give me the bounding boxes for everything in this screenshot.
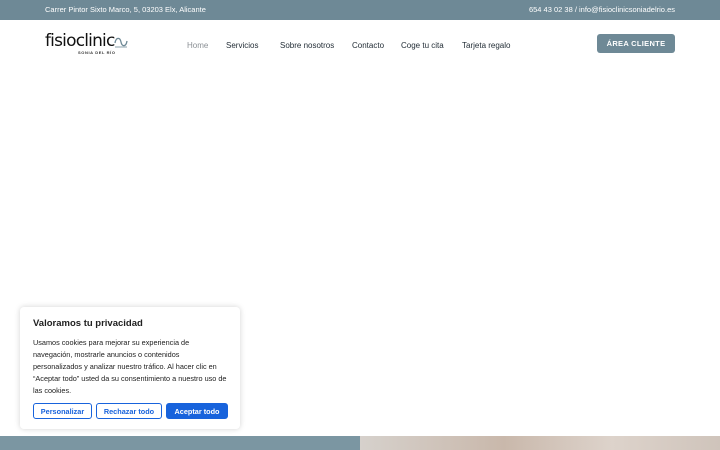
nav-item-servicios[interactable]: Servicios (226, 41, 258, 50)
logo-tagline: SONIA DEL RÍO (78, 50, 116, 55)
reject-all-cookies-button[interactable]: Rechazar todo (96, 403, 162, 419)
cookie-banner-actions: Personalizar Rechazar todo Aceptar todo (33, 403, 228, 419)
top-info-bar: Carrer Pintor Sixto Marco, 5, 03203 Elx,… (0, 0, 720, 20)
nav-item-contacto[interactable]: Contacto (352, 41, 384, 50)
cookie-banner-text: Usamos cookies para mejorar su experienc… (33, 338, 227, 395)
site-logo[interactable]: fisioclinic SONIA DEL RÍO (45, 32, 135, 56)
logo-wave-icon (114, 37, 128, 48)
logo-wordmark: fisioclinic (45, 31, 115, 51)
contact-info-link[interactable]: 654 43 02 38 / info@fisioclinicsoniadelr… (529, 5, 675, 14)
cookie-consent-banner: Valoramos tu privacidad Usamos cookies p… (20, 307, 240, 429)
cookie-banner-title: Valoramos tu privacidad (33, 318, 143, 329)
customize-cookies-button[interactable]: Personalizar (33, 403, 92, 419)
nav-item-home[interactable]: Home (187, 41, 208, 50)
nav-item-tarjeta-regalo[interactable]: Tarjeta regalo (462, 41, 510, 50)
area-cliente-button[interactable]: ÁREA CLIENTE (597, 34, 675, 53)
hero-strip-image (360, 436, 720, 450)
nav-item-sobre-nosotros[interactable]: Sobre nosotros (280, 41, 334, 50)
accept-all-cookies-button[interactable]: Aceptar todo (166, 403, 228, 419)
nav-item-coge-tu-cita[interactable]: Coge tu cita (401, 41, 444, 50)
hero-strip-left (0, 436, 360, 450)
site-header: fisioclinic SONIA DEL RÍO Home Servicios… (0, 20, 720, 68)
address-text: Carrer Pintor Sixto Marco, 5, 03203 Elx,… (45, 5, 206, 14)
